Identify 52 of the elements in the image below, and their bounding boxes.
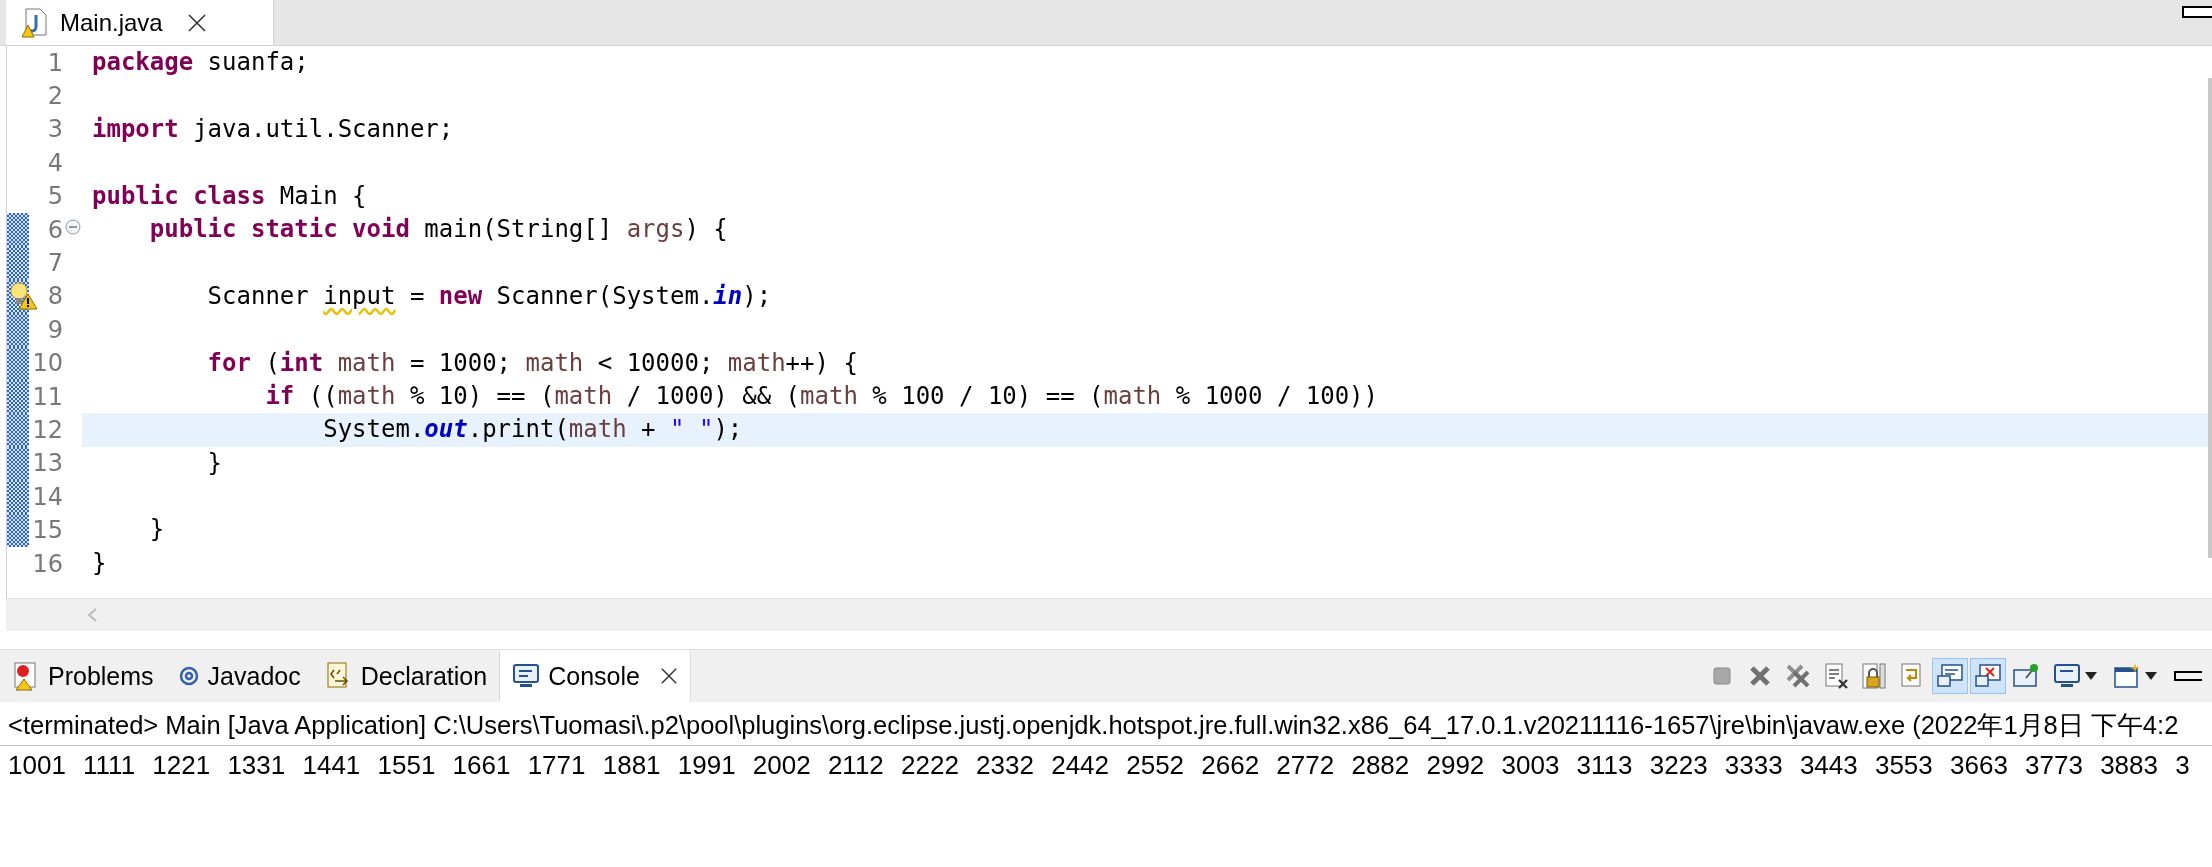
new-console-icon — [2113, 662, 2157, 690]
scroll-lock-icon — [1860, 662, 1888, 690]
line-number: 11 — [31, 382, 63, 411]
view-tab[interactable]: Problems — [0, 650, 166, 702]
remove-all-icon — [1784, 662, 1812, 690]
monitor-icon — [512, 662, 541, 690]
code-line: Scanner input = new Scanner(System.in); — [206, 281, 772, 310]
console-header: <terminated> Main [Java Application] C:\Users\Tuomasi\.p2\pool\plugins\org.eclipse.justj.openjdk.hotspot.jre.full.win32.x86_64_17.0.1.v20211116-1657\jre\bin\javaw.exe (2022年1月8日 下午4:2 — [0, 702, 2212, 746]
collapse-icon[interactable] — [65, 218, 81, 235]
line-number: 12 — [31, 416, 63, 444]
code-line: if ((math % 10) == (math / 1000) && (math % 100 / 10) == (math % 1000 / 100)) — [264, 381, 1379, 410]
line-number: 1 — [46, 48, 63, 77]
scrollbar[interactable] — [2208, 78, 2212, 558]
code-line: for (int math = 1000; math < 10000; math++) { — [206, 348, 858, 377]
lightbulb-warning-icon[interactable] — [9, 281, 39, 310]
line-number: 3 — [46, 115, 63, 144]
code-line: } — [92, 548, 107, 577]
line-number: 9 — [46, 315, 63, 344]
minimize-icon[interactable] — [2174, 671, 2202, 681]
clear-console-icon — [1822, 662, 1850, 690]
code-line: import java.util.Scanner; — [92, 114, 454, 143]
line-number: 2 — [46, 82, 63, 111]
close-icon[interactable] — [659, 667, 678, 685]
code-line: package suanfa; — [92, 48, 309, 76]
line-number: 4 — [46, 148, 63, 177]
line-number: 5 — [46, 182, 63, 211]
view-tab[interactable]: Console — [499, 650, 691, 702]
java-file-warning-icon — [20, 6, 50, 39]
line-number: 7 — [46, 249, 63, 278]
display-console-icon — [2053, 662, 2097, 690]
tab-title: Main.java — [60, 8, 163, 37]
line-number: 10 — [31, 349, 63, 378]
line-number: 8 — [46, 282, 63, 311]
console-error-icon — [1974, 662, 2002, 690]
view-tab[interactable]: Declaration — [312, 650, 500, 702]
console-output: 1001 1111 1221 1331 1441 1551 1661 1771 1881 1991 2002 2112 2222 2332 2442 2552 2662 2772 2882 2992 3003 3113 3223 3333 3443 3553 3663 3773 3883 3 — [7, 749, 2191, 781]
minimize-icon[interactable] — [2182, 6, 2212, 18]
view-tab[interactable]: Javadoc — [165, 650, 313, 702]
code-line: } — [206, 448, 223, 477]
code-line: } — [148, 515, 165, 544]
line-number: 13 — [31, 449, 63, 478]
close-icon[interactable] — [186, 12, 207, 33]
pin-icon — [2012, 662, 2040, 690]
line-number: 15 — [31, 516, 63, 545]
line-number: 6 — [46, 215, 63, 244]
line-number: 14 — [31, 482, 63, 511]
code-line: public class Main { — [92, 181, 367, 210]
editor-tab[interactable]: Main.java — [6, 0, 274, 45]
code-line: public static void main(String[] args) { — [148, 214, 728, 243]
console-output-icon — [1936, 662, 1964, 690]
code-line: System.out.print(math + " "); — [322, 415, 743, 444]
line-number: 16 — [31, 549, 63, 578]
